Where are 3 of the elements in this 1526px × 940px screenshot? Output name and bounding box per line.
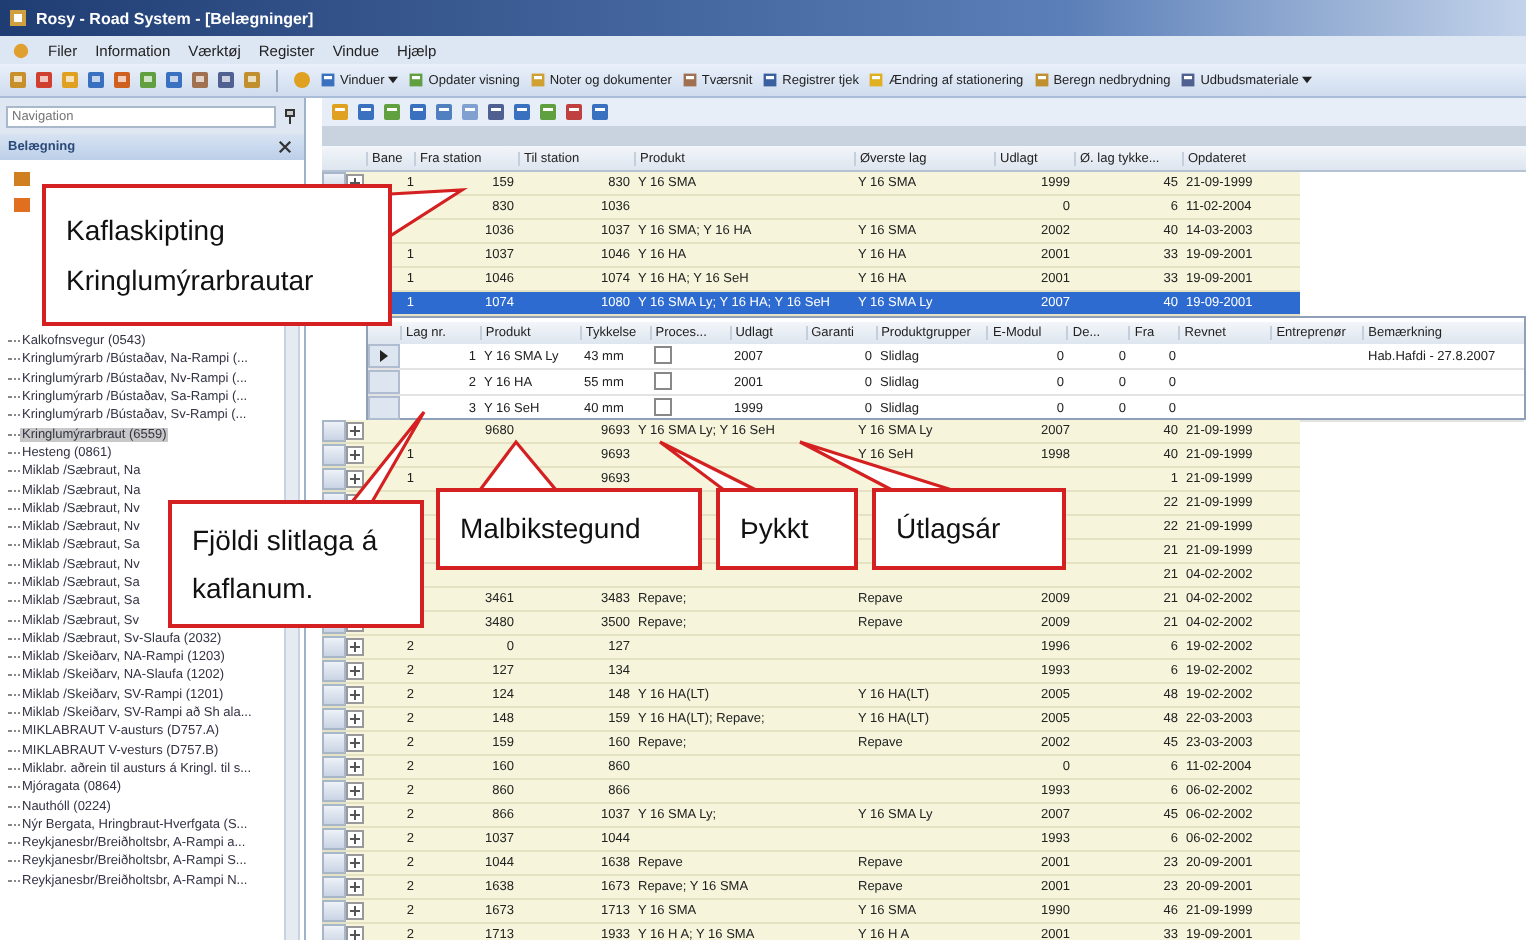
window-title: Rosy - Road System - [Belægninger] — [36, 9, 314, 27]
callout-tooltip: Kaflaskipting Kringlumýrarbrautar — [42, 184, 392, 326]
callout-tooltip: Útlagsár — [872, 488, 1066, 570]
